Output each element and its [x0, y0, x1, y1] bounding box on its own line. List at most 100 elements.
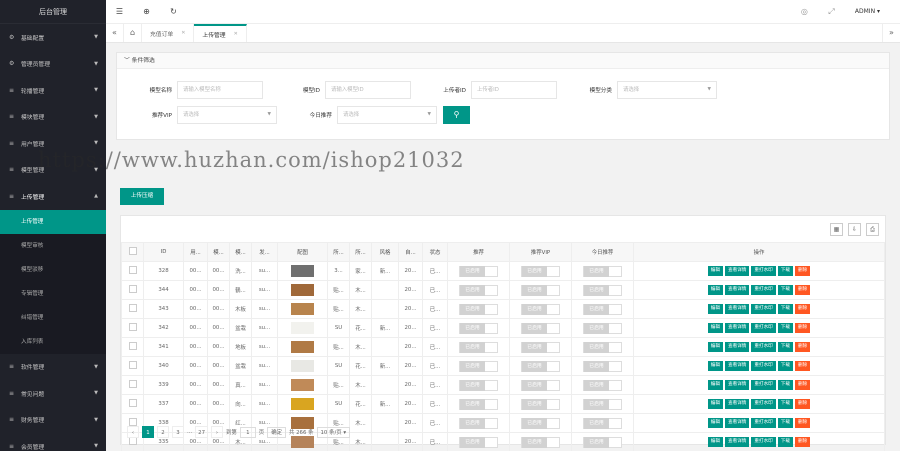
- row-action-button[interactable]: 删除: [794, 418, 811, 428]
- sidebar-item[interactable]: ≡ 常见问题 ▼: [0, 380, 106, 407]
- status-toggle[interactable]: 已启用: [521, 436, 560, 448]
- sidebar-item[interactable]: ≡ 财务管理 ▼: [0, 407, 106, 434]
- page-2[interactable]: 2: [157, 426, 169, 438]
- status-toggle[interactable]: 已启用: [521, 379, 560, 391]
- sidebar-subitem[interactable]: 专辑管理: [0, 282, 106, 306]
- row-action-button[interactable]: 重打水印: [751, 342, 776, 352]
- model-thumbnail[interactable]: [291, 398, 314, 410]
- status-toggle[interactable]: 已启用: [459, 284, 498, 296]
- row-checkbox[interactable]: [128, 304, 137, 312]
- row-checkbox[interactable]: [128, 323, 137, 331]
- category-select[interactable]: 请选择: [617, 81, 717, 99]
- status-toggle[interactable]: 已启用: [583, 303, 622, 315]
- filter-header[interactable]: ﹀ 条件筛选: [117, 53, 889, 69]
- row-action-button[interactable]: 下载: [777, 323, 793, 333]
- status-toggle[interactable]: 已启用: [459, 303, 498, 315]
- tabs-next-icon[interactable]: »: [882, 24, 900, 42]
- column-header[interactable]: 模...: [229, 242, 252, 262]
- status-toggle[interactable]: 已启用: [583, 398, 622, 410]
- close-icon[interactable]: ✕: [234, 31, 238, 37]
- row-action-button[interactable]: 下载: [777, 399, 793, 409]
- row-action-button[interactable]: 查看详情: [725, 285, 750, 295]
- row-action-button[interactable]: 删除: [794, 437, 811, 447]
- row-action-button[interactable]: 下载: [777, 437, 793, 447]
- row-action-button[interactable]: 编辑: [707, 437, 723, 447]
- column-header[interactable]: 风格: [371, 242, 399, 262]
- sidebar-item[interactable]: ≡ 模块管理 ▼: [0, 104, 106, 131]
- row-action-button[interactable]: 删除: [794, 342, 811, 352]
- model-id-input[interactable]: 请输入模型ID: [325, 81, 411, 99]
- upload-button[interactable]: 上传压缩: [120, 188, 164, 205]
- row-action-button[interactable]: 编辑: [707, 399, 723, 409]
- column-header[interactable]: 状态: [422, 242, 448, 262]
- column-header[interactable]: 推荐: [447, 242, 510, 262]
- status-toggle[interactable]: 已启用: [583, 284, 622, 296]
- model-thumbnail[interactable]: [291, 341, 314, 353]
- column-header[interactable]: 发...: [251, 242, 278, 262]
- model-thumbnail[interactable]: [291, 284, 314, 296]
- row-checkbox[interactable]: [128, 399, 137, 407]
- row-action-button[interactable]: 查看详情: [725, 437, 750, 447]
- model-thumbnail[interactable]: [291, 265, 314, 277]
- row-action-button[interactable]: 重打水印: [751, 380, 776, 390]
- column-header[interactable]: 操作: [633, 242, 885, 262]
- tabs-prev-icon[interactable]: «: [106, 24, 124, 42]
- home-icon[interactable]: ⌂: [124, 24, 142, 42]
- fullscreen-icon[interactable]: ⤢: [818, 7, 845, 17]
- per-page-select[interactable]: 10 条/页 ▾: [316, 426, 351, 438]
- uploader-id-input[interactable]: 上传者ID: [471, 81, 557, 99]
- prev-page-icon[interactable]: ‹: [127, 426, 139, 438]
- row-action-button[interactable]: 查看详情: [725, 361, 750, 371]
- print-icon[interactable]: ⎙: [866, 222, 879, 236]
- row-action-button[interactable]: 编辑: [707, 304, 723, 314]
- vip-select[interactable]: 请选择: [177, 106, 277, 124]
- status-toggle[interactable]: 已启用: [583, 322, 622, 334]
- status-toggle[interactable]: 已启用: [583, 265, 622, 277]
- sidebar-item[interactable]: ≡ 上传管理 ▲: [0, 183, 106, 210]
- row-action-button[interactable]: 下载: [777, 304, 793, 314]
- page-3[interactable]: 3: [172, 426, 184, 438]
- row-action-button[interactable]: 重打水印: [751, 323, 776, 333]
- status-toggle[interactable]: 已启用: [459, 398, 498, 410]
- row-action-button[interactable]: 删除: [794, 323, 811, 333]
- row-action-button[interactable]: 删除: [794, 266, 811, 276]
- column-header[interactable]: 用...: [183, 242, 208, 262]
- row-action-button[interactable]: 编辑: [707, 342, 723, 352]
- row-action-button[interactable]: 查看详情: [725, 304, 750, 314]
- model-name-input[interactable]: 请输入模型名称: [177, 81, 263, 99]
- sidebar-item[interactable]: ⚙ 基础配置 ▼: [0, 24, 106, 51]
- sidebar-subitem[interactable]: 纠错管理: [0, 306, 106, 330]
- row-action-button[interactable]: 重打水印: [751, 304, 776, 314]
- row-action-button[interactable]: 删除: [794, 304, 811, 314]
- row-checkbox[interactable]: [128, 380, 137, 388]
- close-icon[interactable]: ✕: [181, 30, 185, 36]
- sidebar-subitem[interactable]: 模型驳移: [0, 258, 106, 282]
- globe-icon[interactable]: ⊕: [133, 7, 160, 16]
- row-action-button[interactable]: 删除: [794, 361, 811, 371]
- tab-upload-management[interactable]: 上传管理 ✕: [194, 24, 247, 42]
- row-action-button[interactable]: 重打水印: [751, 437, 776, 447]
- page-27[interactable]: 27: [195, 426, 208, 438]
- row-action-button[interactable]: 下载: [777, 266, 793, 276]
- row-action-button[interactable]: 编辑: [707, 361, 723, 371]
- status-toggle[interactable]: 已启用: [521, 322, 560, 334]
- status-toggle[interactable]: 已启用: [583, 417, 622, 429]
- status-toggle[interactable]: 已启用: [521, 398, 560, 410]
- tab-recharge-orders[interactable]: 充值订单 ✕: [142, 24, 195, 42]
- row-action-button[interactable]: 删除: [794, 285, 811, 295]
- row-action-button[interactable]: 编辑: [707, 380, 723, 390]
- status-toggle[interactable]: 已启用: [583, 436, 622, 448]
- theme-icon[interactable]: ◎: [791, 7, 818, 16]
- status-toggle[interactable]: 已启用: [583, 379, 622, 391]
- status-toggle[interactable]: 已启用: [521, 284, 560, 296]
- status-toggle[interactable]: 已启用: [583, 360, 622, 372]
- menu-toggle-icon[interactable]: ☰: [106, 7, 133, 16]
- row-action-button[interactable]: 重打水印: [751, 418, 776, 428]
- row-action-button[interactable]: 重打水印: [751, 399, 776, 409]
- next-page-icon[interactable]: ›: [211, 426, 223, 438]
- status-toggle[interactable]: 已启用: [521, 417, 560, 429]
- sidebar-item[interactable]: ≡ 用户管理 ▼: [0, 130, 106, 157]
- status-toggle[interactable]: 已启用: [459, 360, 498, 372]
- column-header[interactable]: 所...: [327, 242, 350, 262]
- row-action-button[interactable]: 查看详情: [725, 380, 750, 390]
